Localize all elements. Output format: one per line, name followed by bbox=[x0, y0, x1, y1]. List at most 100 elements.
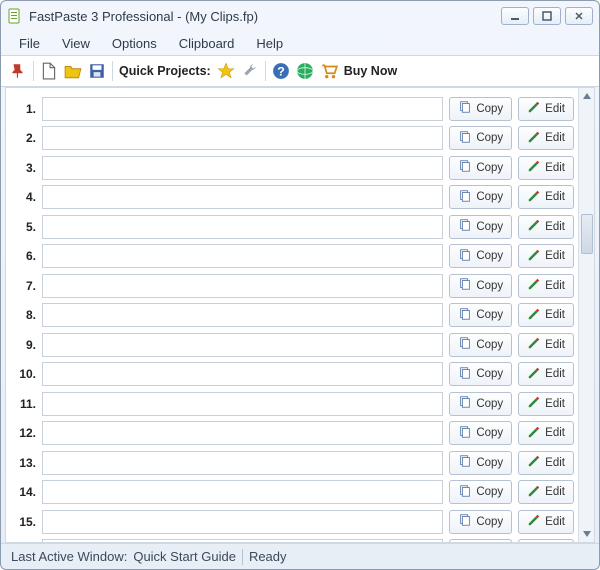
scroll-up-arrow[interactable] bbox=[580, 88, 594, 104]
clip-input[interactable] bbox=[42, 185, 443, 209]
vertical-scrollbar[interactable] bbox=[578, 88, 594, 542]
window-controls bbox=[501, 7, 593, 25]
menu-help[interactable]: Help bbox=[246, 34, 293, 53]
edit-button[interactable]: Edit bbox=[518, 539, 574, 542]
scroll-track[interactable] bbox=[580, 104, 594, 526]
copy-button[interactable]: Copy bbox=[449, 333, 512, 357]
copy-label: Copy bbox=[476, 427, 503, 439]
clip-input[interactable] bbox=[42, 303, 443, 327]
new-file-icon[interactable] bbox=[40, 62, 58, 80]
copy-button[interactable]: Copy bbox=[449, 392, 512, 416]
buy-now-label[interactable]: Buy Now bbox=[344, 64, 397, 78]
edit-button[interactable]: Edit bbox=[518, 392, 574, 416]
edit-icon bbox=[527, 100, 541, 117]
edit-button[interactable]: Edit bbox=[518, 244, 574, 268]
clip-row: 14.CopyEdit bbox=[12, 478, 574, 508]
pin-icon[interactable] bbox=[9, 62, 27, 80]
edit-label: Edit bbox=[545, 486, 565, 498]
edit-button[interactable]: Edit bbox=[518, 303, 574, 327]
copy-icon bbox=[458, 395, 472, 412]
wrench-icon[interactable] bbox=[241, 62, 259, 80]
clip-input[interactable] bbox=[42, 333, 443, 357]
clip-input[interactable] bbox=[42, 451, 443, 475]
copy-button[interactable]: Copy bbox=[449, 126, 512, 150]
copy-button[interactable]: Copy bbox=[449, 215, 512, 239]
star-icon[interactable] bbox=[217, 62, 235, 80]
clip-input[interactable] bbox=[42, 480, 443, 504]
statusbar: Last Active Window: Quick Start Guide Re… bbox=[1, 543, 599, 569]
scroll-down-arrow[interactable] bbox=[580, 526, 594, 542]
window-title: FastPaste 3 Professional - (My Clips.fp) bbox=[29, 9, 501, 24]
clip-input[interactable] bbox=[42, 215, 443, 239]
menu-file[interactable]: File bbox=[9, 34, 50, 53]
menu-options[interactable]: Options bbox=[102, 34, 167, 53]
clip-input[interactable] bbox=[42, 510, 443, 534]
scroll-thumb[interactable] bbox=[581, 214, 593, 254]
clip-row: 12.CopyEdit bbox=[12, 419, 574, 449]
clip-input[interactable] bbox=[42, 362, 443, 386]
edit-button[interactable]: Edit bbox=[518, 97, 574, 121]
copy-icon bbox=[458, 454, 472, 471]
copy-label: Copy bbox=[476, 309, 503, 321]
save-icon[interactable] bbox=[88, 62, 106, 80]
row-number: 10. bbox=[12, 367, 36, 381]
copy-button[interactable]: Copy bbox=[449, 244, 512, 268]
cart-icon[interactable] bbox=[320, 62, 338, 80]
clip-input[interactable] bbox=[42, 97, 443, 121]
status-state: Ready bbox=[249, 549, 287, 564]
copy-button[interactable]: Copy bbox=[449, 362, 512, 386]
edit-label: Edit bbox=[545, 280, 565, 292]
edit-button[interactable]: Edit bbox=[518, 185, 574, 209]
copy-button[interactable]: Copy bbox=[449, 185, 512, 209]
maximize-button[interactable] bbox=[533, 7, 561, 25]
clip-input[interactable] bbox=[42, 126, 443, 150]
copy-icon bbox=[458, 218, 472, 235]
clip-input[interactable] bbox=[42, 539, 443, 542]
edit-button[interactable]: Edit bbox=[518, 215, 574, 239]
row-number: 7. bbox=[12, 279, 36, 293]
clip-input[interactable] bbox=[42, 274, 443, 298]
edit-icon bbox=[527, 484, 541, 501]
clip-input[interactable] bbox=[42, 156, 443, 180]
open-folder-icon[interactable] bbox=[64, 62, 82, 80]
svg-text:?: ? bbox=[277, 65, 285, 79]
close-button[interactable] bbox=[565, 7, 593, 25]
copy-button[interactable]: Copy bbox=[449, 156, 512, 180]
minimize-button[interactable] bbox=[501, 7, 529, 25]
edit-icon bbox=[527, 248, 541, 265]
copy-icon bbox=[458, 277, 472, 294]
copy-button[interactable]: Copy bbox=[449, 510, 512, 534]
globe-icon[interactable] bbox=[296, 62, 314, 80]
help-icon[interactable]: ? bbox=[272, 62, 290, 80]
edit-button[interactable]: Edit bbox=[518, 480, 574, 504]
edit-label: Edit bbox=[545, 516, 565, 528]
clip-input[interactable] bbox=[42, 244, 443, 268]
copy-button[interactable]: Copy bbox=[449, 480, 512, 504]
edit-icon bbox=[527, 513, 541, 530]
clip-input[interactable] bbox=[42, 421, 443, 445]
edit-button[interactable]: Edit bbox=[518, 126, 574, 150]
separator bbox=[112, 61, 113, 81]
edit-button[interactable]: Edit bbox=[518, 451, 574, 475]
edit-button[interactable]: Edit bbox=[518, 274, 574, 298]
edit-button[interactable]: Edit bbox=[518, 362, 574, 386]
menu-clipboard[interactable]: Clipboard bbox=[169, 34, 245, 53]
edit-button[interactable]: Edit bbox=[518, 156, 574, 180]
copy-button[interactable]: Copy bbox=[449, 421, 512, 445]
separator bbox=[33, 61, 34, 81]
status-label: Last Active Window: bbox=[11, 549, 127, 564]
status-window-name: Quick Start Guide bbox=[133, 549, 236, 564]
copy-button[interactable]: Copy bbox=[449, 539, 512, 542]
clip-input[interactable] bbox=[42, 392, 443, 416]
copy-button[interactable]: Copy bbox=[449, 451, 512, 475]
clip-row: 13.CopyEdit bbox=[12, 448, 574, 478]
copy-button[interactable]: Copy bbox=[449, 274, 512, 298]
edit-button[interactable]: Edit bbox=[518, 510, 574, 534]
edit-button[interactable]: Edit bbox=[518, 421, 574, 445]
copy-button[interactable]: Copy bbox=[449, 303, 512, 327]
edit-button[interactable]: Edit bbox=[518, 333, 574, 357]
menu-view[interactable]: View bbox=[52, 34, 100, 53]
titlebar: FastPaste 3 Professional - (My Clips.fp) bbox=[1, 1, 599, 31]
copy-button[interactable]: Copy bbox=[449, 97, 512, 121]
edit-icon bbox=[527, 366, 541, 383]
